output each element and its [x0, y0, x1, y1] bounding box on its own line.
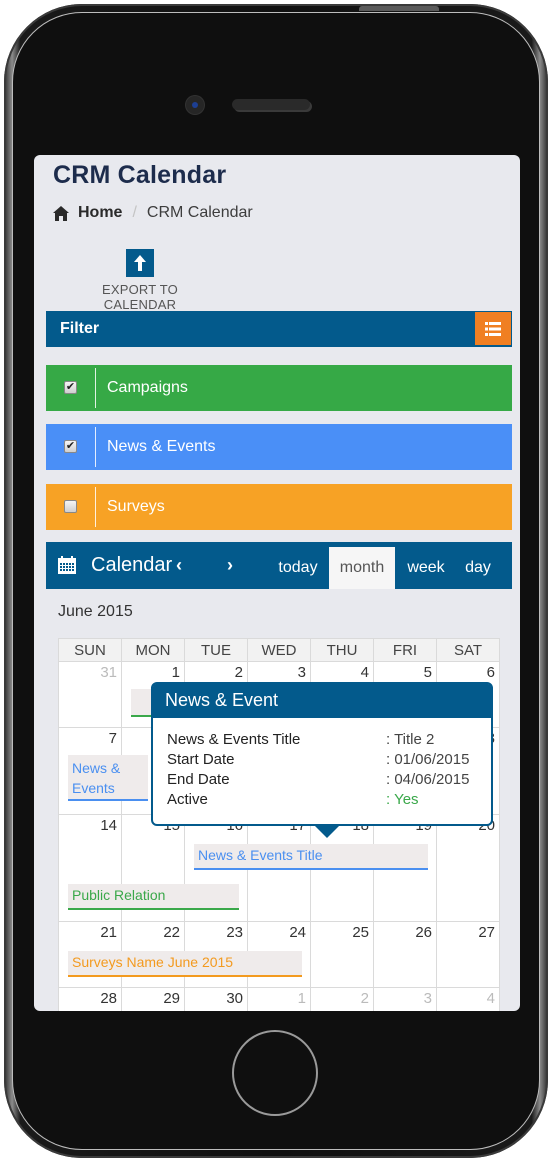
- calendar-toolbar: Calendar ‹ › today month week day: [46, 542, 512, 589]
- day-cell[interactable]: 2: [310, 987, 374, 1011]
- weekday-header: WED: [247, 638, 311, 662]
- calendar-title: Calendar: [91, 554, 173, 576]
- filter-item-news-events[interactable]: ✔ News & Events: [46, 424, 512, 470]
- breadcrumb-home-link[interactable]: Home: [78, 204, 122, 222]
- month-view-button[interactable]: month: [329, 547, 395, 589]
- news-event-week3[interactable]: News & Events Title: [194, 844, 428, 870]
- export-to-calendar-button[interactable]: EXPORT TO CALENDAR: [64, 249, 216, 312]
- screen: CRM Calendar Home / CRM Calendar EXPORT …: [34, 155, 520, 1011]
- weekday-header: THU: [310, 638, 374, 662]
- popover-key: End Date: [167, 771, 230, 788]
- home-icon: [53, 205, 69, 221]
- popover-value: : Title 2: [386, 731, 435, 748]
- campaign-event-week3[interactable]: Public Relation: [68, 884, 239, 910]
- filter-header: Filter: [46, 311, 512, 347]
- filter-item-label: News & Events: [107, 438, 216, 455]
- popover-row: News & Events Title : Title 2: [167, 731, 491, 751]
- weekday-header: MON: [121, 638, 185, 662]
- filter-item-label: Campaigns: [107, 379, 188, 396]
- event-popover: News & Event News & Events Title : Title…: [151, 682, 493, 838]
- month-label: June 2015: [58, 603, 133, 620]
- filter-item-label: Surveys: [107, 498, 165, 515]
- weekday-header: SUN: [58, 638, 122, 662]
- list-icon: [485, 321, 501, 336]
- day-cell[interactable]: 20: [436, 814, 500, 922]
- filter-toggle-button[interactable]: [475, 312, 511, 345]
- popover-arrow: [315, 826, 339, 838]
- surveys-checkbox[interactable]: [64, 500, 77, 513]
- popover-row: Active : Yes: [167, 791, 491, 811]
- page-title: CRM Calendar: [53, 161, 227, 189]
- popover-title: News & Event: [153, 684, 491, 718]
- weekday-header: SAT: [436, 638, 500, 662]
- filter-label: Filter: [60, 320, 100, 337]
- day-cell[interactable]: 26: [373, 921, 437, 988]
- speaker-grille: [232, 99, 310, 110]
- next-month-button[interactable]: ›: [227, 555, 233, 576]
- weekday-header: FRI: [373, 638, 437, 662]
- popover-key: Start Date: [167, 751, 235, 768]
- today-button[interactable]: today: [270, 547, 326, 589]
- export-label: EXPORT TO CALENDAR: [102, 282, 178, 312]
- filter-item-campaigns[interactable]: ✔ Campaigns: [46, 365, 512, 411]
- popover-body: News & Events Title : Title 2 Start Date…: [153, 718, 491, 811]
- breadcrumb-separator: /: [132, 204, 137, 221]
- day-cell[interactable]: 28: [58, 987, 122, 1011]
- calendar-icon: [58, 556, 76, 574]
- popover-value: : 01/06/2015: [386, 751, 470, 768]
- campaigns-checkbox[interactable]: ✔: [64, 381, 77, 394]
- breadcrumb-current: CRM Calendar: [146, 204, 253, 221]
- week-view-button[interactable]: week: [398, 547, 454, 589]
- day-cell[interactable]: 29: [121, 987, 185, 1011]
- popover-key: News & Events Title: [167, 731, 301, 748]
- survey-event-week4[interactable]: Surveys Name June 2015: [68, 951, 302, 977]
- prev-month-button[interactable]: ‹: [176, 555, 182, 576]
- breadcrumb: Home / CRM Calendar: [53, 204, 253, 222]
- weekday-header: TUE: [184, 638, 248, 662]
- day-view-button[interactable]: day: [456, 547, 500, 589]
- news-events-checkbox[interactable]: ✔: [64, 440, 77, 453]
- day-cell[interactable]: 30: [184, 987, 248, 1011]
- day-cell[interactable]: 31: [58, 661, 122, 728]
- popover-value-active: : Yes: [386, 791, 419, 808]
- day-cell[interactable]: 1: [247, 987, 311, 1011]
- camera-icon: [186, 96, 204, 114]
- day-cell[interactable]: 25: [310, 921, 374, 988]
- day-cell[interactable]: 4: [436, 987, 500, 1011]
- day-cell[interactable]: 27: [436, 921, 500, 988]
- popover-row: End Date : 04/06/2015: [167, 771, 491, 791]
- popover-key: Active: [167, 791, 208, 808]
- popover-value: : 04/06/2015: [386, 771, 470, 788]
- power-button: [359, 6, 439, 11]
- news-event-week2[interactable]: News & Events Title: [68, 755, 148, 801]
- popover-row: Start Date : 01/06/2015: [167, 751, 491, 771]
- upload-arrow-icon: [126, 249, 154, 277]
- home-button[interactable]: [232, 1030, 318, 1116]
- filter-item-surveys[interactable]: Surveys: [46, 484, 512, 530]
- day-cell[interactable]: 3: [373, 987, 437, 1011]
